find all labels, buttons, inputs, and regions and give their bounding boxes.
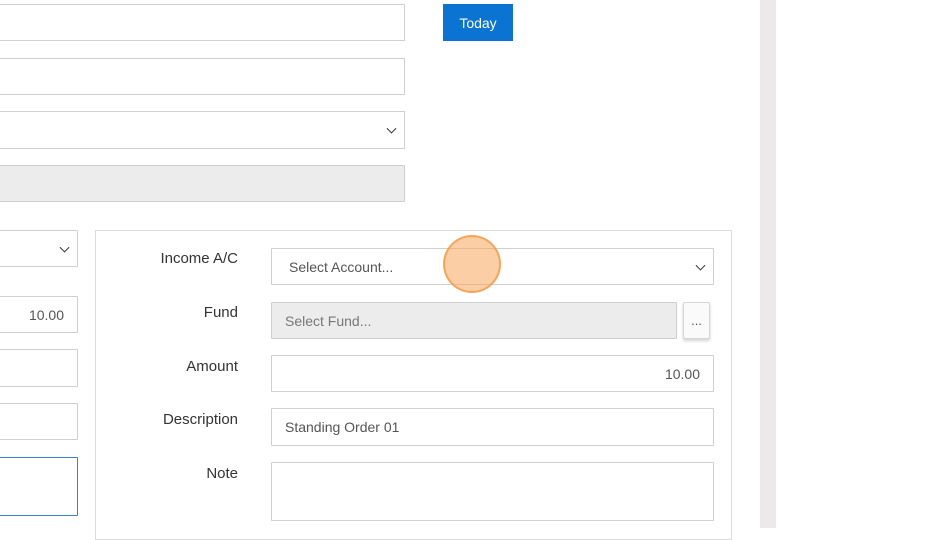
chevron-down-icon — [386, 123, 397, 134]
click-indicator — [443, 235, 501, 293]
note-label: Note — [206, 465, 238, 482]
fund-select: Select Fund... — [271, 302, 677, 339]
income-ac-label: Income A/C — [160, 250, 238, 267]
description-value: Standing Order 01 — [285, 419, 400, 435]
income-ac-placeholder: Select Account... — [289, 258, 394, 275]
chevron-down-icon — [59, 242, 70, 253]
readonly-field — [0, 165, 405, 202]
fund-lookup-button[interactable]: ... — [683, 302, 710, 339]
description-label: Description — [162, 411, 238, 428]
left-select[interactable] — [0, 230, 78, 267]
left-amount-value: 10.00 — [28, 306, 64, 323]
left-amount-field[interactable]: 10.00 — [0, 296, 78, 333]
fund-placeholder: Select Fund... — [285, 312, 372, 329]
left-note-field[interactable] — [0, 457, 78, 516]
today-button[interactable]: Today — [443, 4, 513, 41]
amount-field[interactable]: 10.00 — [271, 355, 714, 392]
amount-value: 10.00 — [664, 365, 700, 382]
date-field[interactable] — [0, 4, 405, 41]
left-text-field-2[interactable] — [0, 403, 78, 440]
fund-label: Fund — [203, 304, 238, 321]
description-field[interactable]: Standing Order 01 — [271, 408, 714, 446]
chevron-down-icon — [695, 260, 706, 271]
reference-field[interactable] — [0, 58, 405, 95]
frequency-select[interactable] — [0, 111, 405, 149]
amount-label: Amount — [186, 358, 238, 375]
left-text-field-1[interactable] — [0, 349, 78, 387]
scrollbar-track[interactable] — [760, 0, 776, 528]
note-field[interactable] — [271, 462, 714, 521]
